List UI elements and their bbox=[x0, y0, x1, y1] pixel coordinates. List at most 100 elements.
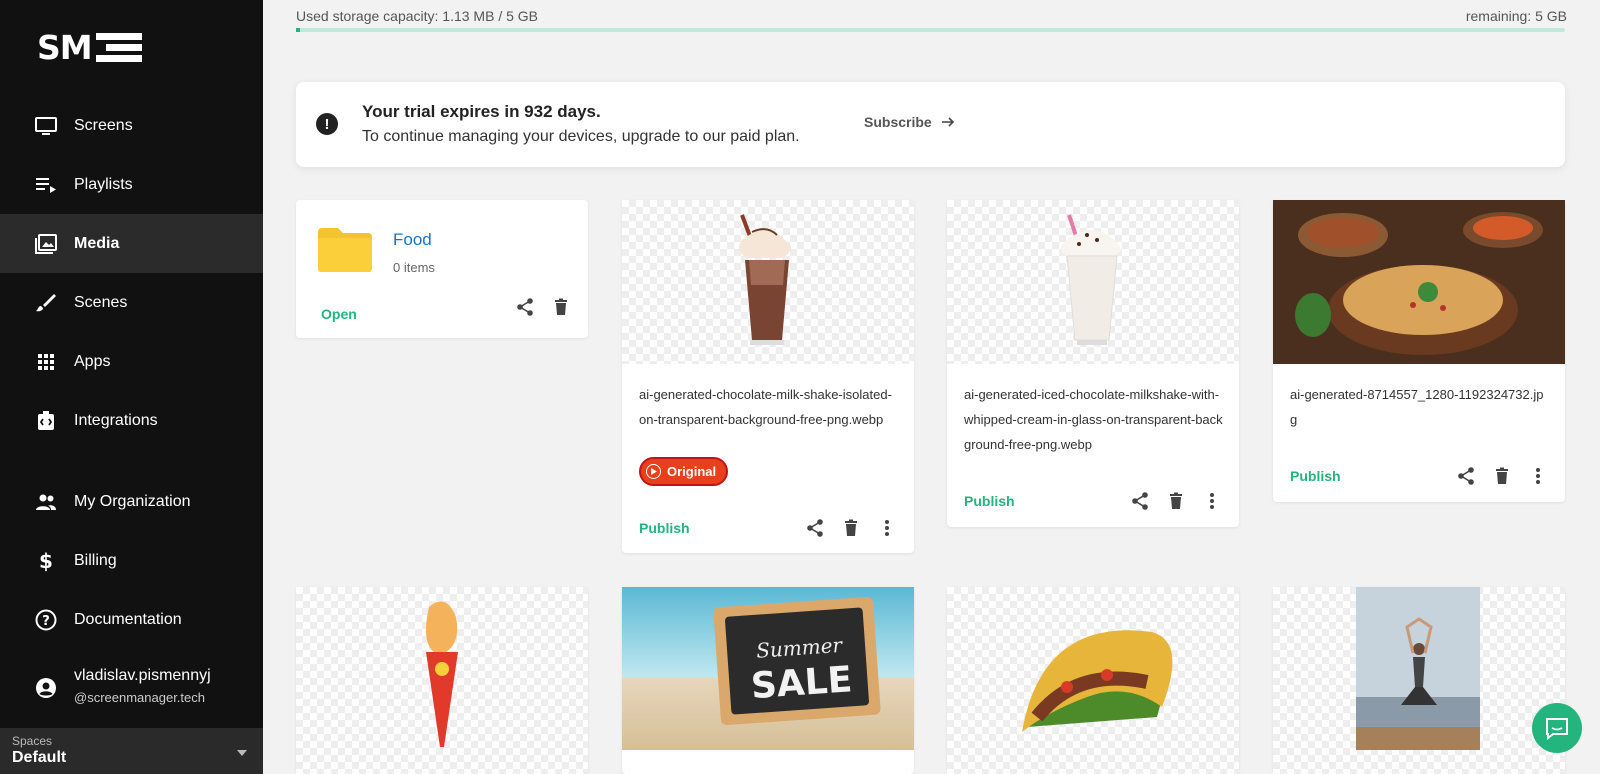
spaces-selector[interactable]: Spaces Default bbox=[0, 728, 263, 774]
storage-progress-bar bbox=[296, 28, 1565, 32]
sidebar-item-label: Billing bbox=[74, 551, 117, 569]
sidebar: SM Screens Playlists Media Scenes Apps I… bbox=[0, 0, 263, 774]
trial-title: Your trial expires in 932 days. bbox=[362, 102, 601, 121]
media-thumbnail[interactable] bbox=[947, 587, 1239, 774]
folder-icon bbox=[318, 228, 372, 272]
sidebar-item-label: Documentation bbox=[74, 610, 182, 628]
chocolate-milkshake-image bbox=[739, 214, 791, 345]
spaces-value: Default bbox=[12, 749, 67, 766]
people-icon bbox=[34, 490, 58, 514]
sidebar-item-label: Scenes bbox=[74, 293, 128, 311]
spaces-label: Spaces bbox=[12, 734, 53, 748]
folder-card[interactable]: Food 0 items Open bbox=[296, 200, 588, 338]
iced-milkshake-image bbox=[1060, 214, 1121, 345]
user-profile[interactable]: vladislav.pismennyj @screenmanager.tech bbox=[34, 667, 211, 705]
sidebar-item-label: My Organization bbox=[74, 492, 191, 510]
user-handle: @screenmanager.tech bbox=[74, 690, 205, 705]
media-thumbnail[interactable] bbox=[947, 200, 1239, 364]
media-card[interactable]: Summer SALE bbox=[622, 587, 914, 774]
publish-button[interactable]: Publish bbox=[964, 493, 1015, 509]
subscribe-label: Subscribe bbox=[864, 114, 932, 130]
chat-button[interactable] bbox=[1532, 703, 1582, 753]
delete-icon[interactable] bbox=[840, 517, 862, 539]
storage-used-label: Used storage capacity: 1.13 MB / 5 GB bbox=[296, 8, 539, 24]
delete-icon[interactable] bbox=[1491, 465, 1513, 487]
media-card[interactable]: ai-generated-chocolate-milk-shake-isolat… bbox=[622, 200, 914, 553]
storage-progress-fill bbox=[296, 28, 300, 32]
trial-subtitle: To continue managing your devices, upgra… bbox=[362, 128, 800, 145]
original-badge-label: Original bbox=[667, 464, 717, 479]
sidebar-item-label: Playlists bbox=[74, 175, 133, 193]
sidebar-item-scenes[interactable]: Scenes bbox=[0, 273, 263, 332]
account-icon bbox=[34, 676, 58, 700]
logo-bars bbox=[95, 33, 142, 62]
subscribe-button[interactable]: Subscribe bbox=[864, 114, 956, 130]
media-icon bbox=[34, 232, 58, 256]
media-actions bbox=[804, 517, 898, 539]
sidebar-item-playlists[interactable]: Playlists bbox=[0, 155, 263, 214]
delete-icon[interactable] bbox=[1165, 490, 1187, 512]
share-icon[interactable] bbox=[804, 517, 826, 539]
media-card[interactable] bbox=[947, 587, 1239, 774]
storage-remaining-label: remaining: 5 GB bbox=[1465, 8, 1567, 24]
sidebar-item-label: Integrations bbox=[74, 411, 158, 429]
media-card[interactable] bbox=[296, 587, 588, 774]
sidebar-nav: Screens Playlists Media Scenes Apps Inte… bbox=[0, 96, 263, 649]
user-name: vladislav.pismennyj bbox=[74, 667, 211, 684]
media-actions bbox=[1129, 490, 1223, 512]
chevron-down-icon bbox=[237, 750, 247, 756]
arrow-right-icon bbox=[941, 117, 954, 127]
publish-button[interactable]: Publish bbox=[639, 520, 690, 536]
sidebar-item-label: Media bbox=[74, 234, 120, 252]
chat-icon bbox=[1546, 718, 1568, 741]
media-filename: ai-generated-chocolate-milk-shake-isolat… bbox=[639, 387, 892, 427]
media-thumbnail[interactable] bbox=[296, 587, 588, 774]
yoga-image bbox=[1356, 587, 1480, 750]
media-thumbnail[interactable] bbox=[622, 200, 914, 364]
share-icon[interactable] bbox=[1129, 490, 1151, 512]
media-thumbnail[interactable]: Summer SALE bbox=[622, 587, 914, 750]
sidebar-item-apps[interactable]: Apps bbox=[0, 332, 263, 391]
brush-icon bbox=[34, 291, 58, 315]
delete-icon[interactable] bbox=[550, 296, 572, 318]
summer-sale-image: Summer SALE bbox=[622, 587, 914, 750]
media-thumbnail[interactable] bbox=[1273, 200, 1565, 364]
sidebar-item-label: Screens bbox=[74, 116, 133, 134]
sidebar-item-my-organization[interactable]: My Organization bbox=[0, 472, 263, 531]
sidebar-item-documentation[interactable]: ? Documentation bbox=[0, 590, 263, 649]
integrations-icon bbox=[34, 409, 58, 433]
folder-item-count: 0 items bbox=[393, 260, 435, 275]
sidebar-item-screens[interactable]: Screens bbox=[0, 96, 263, 155]
playlist-icon bbox=[34, 173, 58, 197]
trial-banner: ! Your trial expires in 932 days. To con… bbox=[296, 82, 1565, 167]
more-vert-icon[interactable] bbox=[1201, 490, 1223, 512]
folder-name[interactable]: Food bbox=[393, 230, 432, 250]
help-icon: ? bbox=[34, 608, 58, 632]
folder-actions bbox=[514, 296, 572, 318]
more-vert-icon[interactable] bbox=[1527, 465, 1549, 487]
media-thumbnail[interactable] bbox=[1273, 587, 1565, 774]
publish-button[interactable]: Publish bbox=[1290, 468, 1341, 484]
sidebar-item-media[interactable]: Media bbox=[0, 214, 263, 273]
apps-grid-icon bbox=[34, 350, 58, 374]
svg-text:?: ? bbox=[42, 614, 50, 629]
logo[interactable]: SM bbox=[37, 28, 142, 67]
taco-image bbox=[1022, 630, 1173, 732]
alert-icon: ! bbox=[316, 113, 338, 135]
sidebar-item-integrations[interactable]: Integrations bbox=[0, 391, 263, 450]
ice-cream-cone-image bbox=[425, 601, 458, 747]
dollar-icon: $ bbox=[34, 549, 58, 573]
sale-sign-line2: SALE bbox=[750, 659, 854, 707]
more-vert-icon[interactable] bbox=[876, 517, 898, 539]
media-card[interactable] bbox=[1273, 587, 1565, 774]
soup-bowl-image bbox=[1273, 200, 1565, 364]
media-filename: ai-generated-iced-chocolate-milkshake-wi… bbox=[964, 387, 1223, 452]
media-card[interactable]: ai-generated-8714557_1280-1192324732.jpg… bbox=[1273, 200, 1565, 502]
play-icon bbox=[646, 464, 661, 479]
original-badge[interactable]: Original bbox=[639, 457, 729, 486]
share-icon[interactable] bbox=[514, 296, 536, 318]
folder-open-button[interactable]: Open bbox=[321, 306, 357, 322]
sidebar-item-billing[interactable]: $ Billing bbox=[0, 531, 263, 590]
share-icon[interactable] bbox=[1455, 465, 1477, 487]
media-card[interactable]: ai-generated-iced-chocolate-milkshake-wi… bbox=[947, 200, 1239, 527]
